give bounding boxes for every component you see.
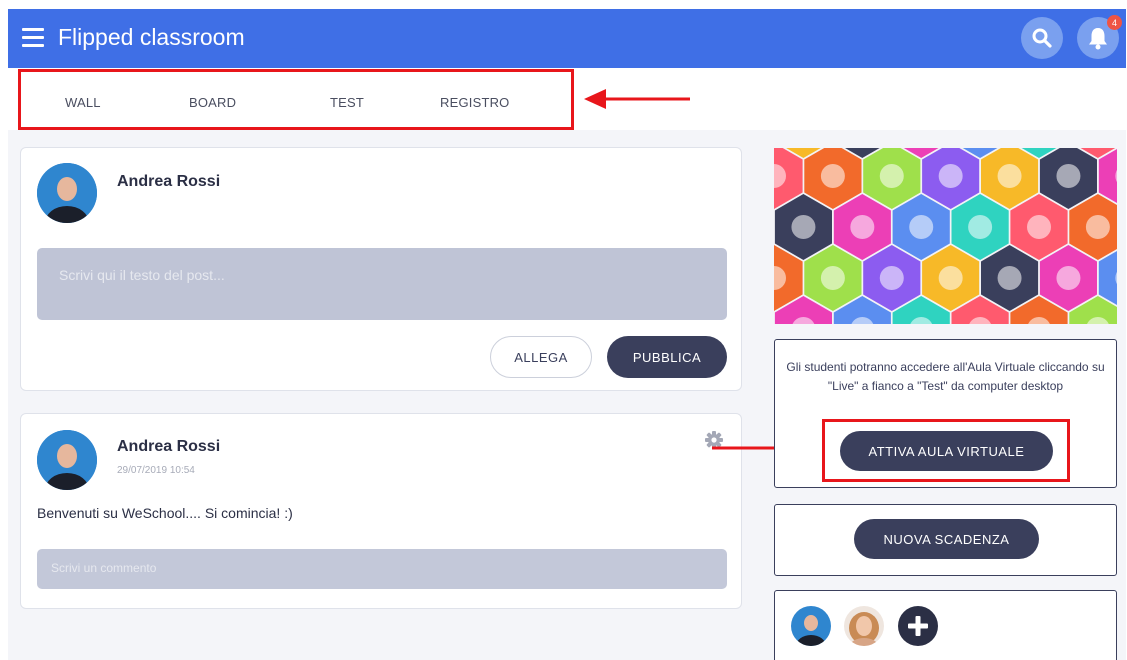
banner-hexagon-emblem <box>879 164 904 188</box>
app-header: Flipped classroom 4 <box>8 9 1126 68</box>
banner-hexagon-emblem <box>1085 215 1110 239</box>
virtual-room-info-text: Gli studenti potranno accedere all'Aula … <box>786 360 1105 393</box>
wall-post-card: Andrea Rossi 29/07/2019 10:54 Benvenuti … <box>20 413 742 609</box>
virtual-room-highlight-box <box>822 419 1070 482</box>
search-button[interactable] <box>1021 17 1063 59</box>
course-cover-banner <box>774 148 1117 324</box>
post-input-placeholder: Scrivi qui il testo del post... <box>59 267 225 283</box>
avatar <box>37 430 97 490</box>
attach-button[interactable]: ALLEGA <box>490 336 592 378</box>
comment-input[interactable]: Scrivi un commento <box>37 549 727 589</box>
avatar <box>37 163 97 223</box>
post-text-input[interactable]: Scrivi qui il testo del post... <box>37 248 727 320</box>
post-author-name: Andrea Rossi <box>117 438 221 455</box>
banner-hexagon-emblem <box>879 266 904 290</box>
banner-hexagon-emblem <box>850 215 875 239</box>
banner-hexagon-emblem <box>820 164 845 188</box>
banner-hexagon-emblem <box>909 215 934 239</box>
avatar[interactable] <box>844 606 884 646</box>
post-composer-card: Andrea Rossi Scrivi qui il testo del pos… <box>20 147 742 391</box>
publish-button[interactable]: PUBBLICA <box>607 336 727 378</box>
notifications-button[interactable]: 4 <box>1077 15 1122 59</box>
plus-icon <box>908 616 928 636</box>
banner-hexagon-emblem <box>791 215 816 239</box>
banner-hexagon-emblem <box>820 266 845 290</box>
banner-hexagon-emblem <box>1027 215 1052 239</box>
comment-input-placeholder: Scrivi un commento <box>51 561 157 575</box>
arrow-to-tabs-annotation <box>584 89 690 109</box>
banner-hexagon-emblem <box>997 164 1022 188</box>
banner-hexagon-emblem <box>1056 164 1081 188</box>
page-title: Flipped classroom <box>58 24 245 50</box>
composer-author-name: Andrea Rossi <box>117 173 221 190</box>
bell-icon <box>1089 28 1107 50</box>
avatar[interactable] <box>791 606 831 646</box>
banner-hexagon-emblem <box>938 164 963 188</box>
post-timestamp: 29/07/2019 10:54 <box>117 465 195 476</box>
search-icon <box>1032 28 1052 48</box>
banner-hexagon-emblem <box>997 266 1022 290</box>
post-body-text: Benvenuti su WeSchool.... Si comincia! :… <box>37 505 293 521</box>
add-member-button[interactable] <box>898 606 938 646</box>
banner-hexagon-emblem <box>938 266 963 290</box>
banner-hexagon-emblem <box>1056 266 1081 290</box>
deadline-panel: NUOVA SCADENZA <box>774 504 1117 576</box>
notification-badge: 4 <box>1107 15 1122 30</box>
members-panel <box>774 590 1117 660</box>
new-deadline-button[interactable]: NUOVA SCADENZA <box>854 519 1039 559</box>
tabs-highlight-box <box>18 69 574 130</box>
banner-hexagon-emblem <box>968 215 993 239</box>
hamburger-menu-icon[interactable] <box>22 28 44 48</box>
